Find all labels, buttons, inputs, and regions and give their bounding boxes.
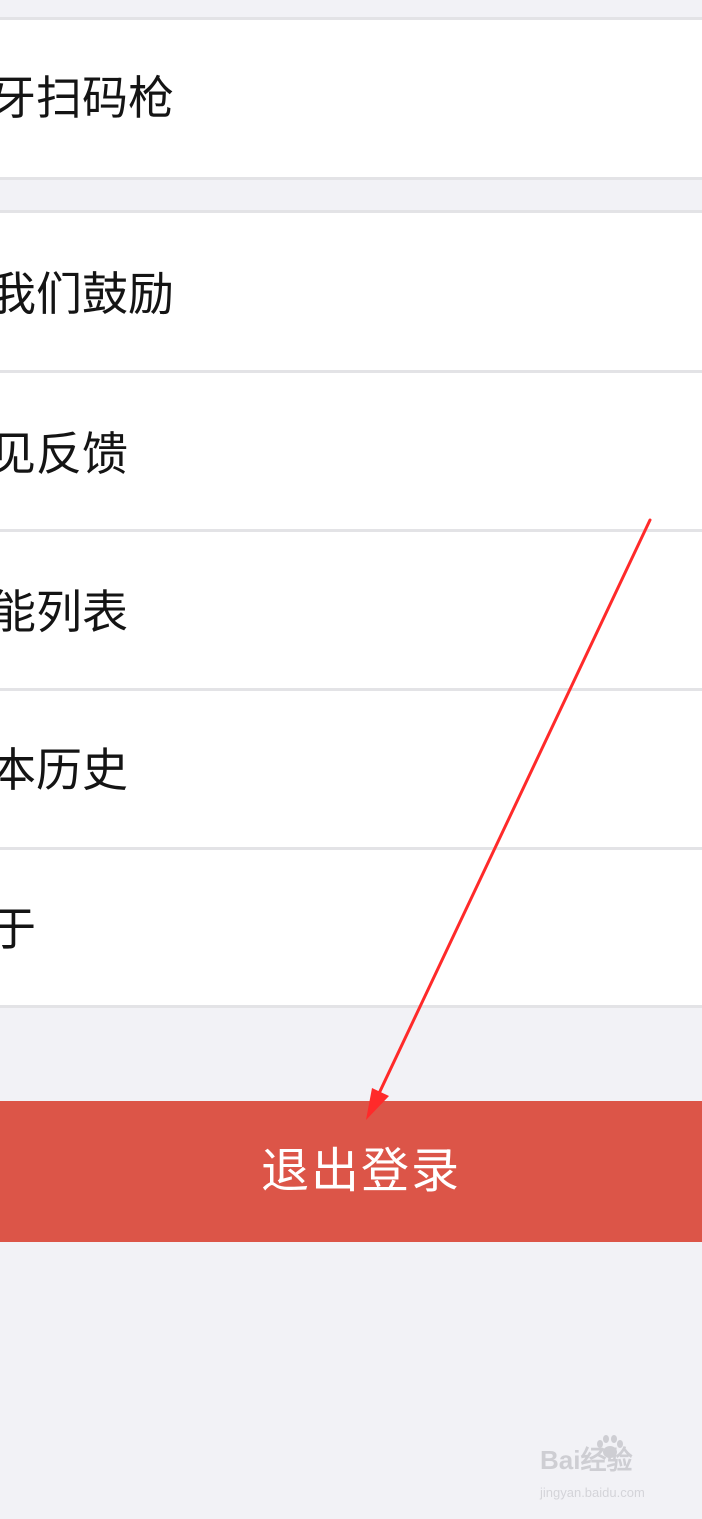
settings-row-encourage-us[interactable]: 我们鼓励: [0, 213, 702, 370]
watermark-logo-text: Bai经验: [540, 1445, 633, 1475]
settings-row-label: 于: [0, 902, 36, 956]
settings-row-label: 本历史: [0, 743, 128, 797]
watermark: Bai经验 jingyan.baidu.com: [540, 1435, 680, 1507]
settings-row-label: 牙扫码枪: [0, 71, 174, 125]
logout-button[interactable]: 退出登录: [0, 1101, 702, 1242]
logout-button-label: 退出登录: [260, 1143, 461, 1199]
settings-row-feedback[interactable]: 见反馈: [0, 373, 702, 529]
section-divider: [0, 177, 702, 180]
settings-row-label: 能列表: [0, 585, 128, 639]
settings-row-label: 见反馈: [0, 427, 128, 481]
settings-page: 牙扫码枪 我们鼓励 见反馈 能列表 本历史 于 退出登录 Bai经验 jingy…: [0, 0, 702, 1519]
watermark-url: jingyan.baidu.com: [540, 1485, 645, 1500]
settings-row-label: 我们鼓励: [0, 267, 174, 321]
settings-row-feature-list[interactable]: 能列表: [0, 532, 702, 688]
section-divider: [0, 1005, 702, 1008]
settings-row-bluetooth-scanner[interactable]: 牙扫码枪: [0, 20, 702, 177]
settings-row-version-history[interactable]: 本历史: [0, 691, 702, 847]
settings-row-about[interactable]: 于: [0, 850, 702, 1005]
